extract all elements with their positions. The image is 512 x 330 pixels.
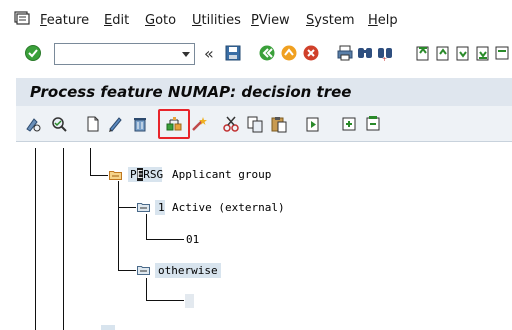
node-persg-label: Applicant group xyxy=(172,168,272,181)
expand-icon[interactable] xyxy=(340,115,358,133)
menu-feature[interactable]: Feature xyxy=(40,13,89,28)
page-title: Process feature NUMAP: decision tree xyxy=(30,83,352,101)
cancel-icon[interactable] xyxy=(302,44,320,62)
menu-goto[interactable]: Goto xyxy=(145,13,176,28)
cut-icon[interactable] xyxy=(222,115,240,133)
title-bar: Process feature NUMAP: decision tree xyxy=(16,78,512,106)
node-otherwise-label[interactable]: otherwise xyxy=(158,264,218,277)
tree-line xyxy=(90,148,91,176)
svg-text:+: + xyxy=(382,56,387,62)
move-icon[interactable] xyxy=(304,115,322,133)
chevron-down-icon[interactable] xyxy=(180,48,192,60)
first-page-icon[interactable] xyxy=(414,44,432,62)
folder-icon xyxy=(137,203,150,212)
tree-line xyxy=(146,278,147,301)
tree-line xyxy=(146,300,184,301)
enter-check-icon[interactable] xyxy=(24,44,42,62)
node-key-box xyxy=(101,325,115,330)
previous-page-icon[interactable] xyxy=(434,44,452,62)
find-next-icon[interactable]: + xyxy=(376,44,394,62)
tree-line xyxy=(90,175,108,176)
tree-line xyxy=(35,148,36,330)
back-icon[interactable] xyxy=(258,44,276,62)
find-icon[interactable] xyxy=(356,44,374,62)
magic-wand-icon[interactable] xyxy=(190,115,208,133)
folder-icon xyxy=(137,266,150,275)
empty-value-field[interactable] xyxy=(185,294,194,308)
collapse-icon[interactable] xyxy=(364,115,382,133)
menu-utilities[interactable]: Utilities xyxy=(192,13,241,28)
menu-pview[interactable]: PView xyxy=(251,13,290,28)
tree-line xyxy=(63,148,64,330)
menu-bar: Feature Edit Goto Utilities PView System… xyxy=(0,0,512,40)
last-page-icon[interactable] xyxy=(474,44,492,62)
leaf-value[interactable]: 01 xyxy=(186,233,199,246)
menu-edit[interactable]: Edit xyxy=(104,13,129,28)
toolbar-collapse-icon[interactable]: « xyxy=(204,44,214,63)
tree-line xyxy=(118,270,136,271)
tree-line xyxy=(118,181,119,271)
highlight-box xyxy=(158,109,190,139)
new-session-icon[interactable] xyxy=(494,44,512,62)
check-icon[interactable] xyxy=(50,115,68,133)
paste-icon[interactable] xyxy=(270,115,288,133)
folder-icon xyxy=(109,171,122,180)
delete-icon[interactable] xyxy=(131,115,149,133)
tree-line xyxy=(146,214,147,240)
node-active-key[interactable]: 1 xyxy=(158,201,165,214)
menu-help[interactable]: Help xyxy=(368,13,398,28)
copy-icon[interactable] xyxy=(246,115,264,133)
display-change-icon[interactable] xyxy=(24,115,42,133)
tree-line xyxy=(146,239,184,240)
create-document-icon[interactable] xyxy=(84,115,102,133)
print-icon[interactable] xyxy=(336,44,354,62)
menu-system[interactable]: System xyxy=(306,13,355,28)
system-menu-icon[interactable] xyxy=(14,11,30,25)
node-active-label: Active (external) xyxy=(172,201,285,214)
edit-pencil-icon[interactable] xyxy=(106,115,124,133)
node-persg-key[interactable]: PERSG xyxy=(130,168,163,181)
exit-icon[interactable] xyxy=(280,44,298,62)
tree-line xyxy=(118,207,136,208)
command-field[interactable] xyxy=(54,43,195,65)
save-icon[interactable] xyxy=(224,44,242,62)
next-page-icon[interactable] xyxy=(454,44,472,62)
